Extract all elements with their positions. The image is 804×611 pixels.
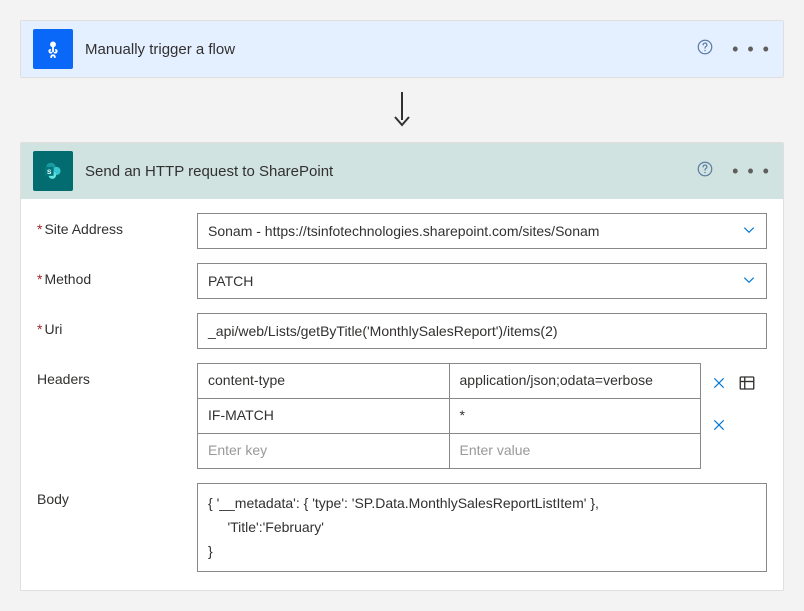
body-input[interactable]: { '__metadata': { 'type': 'SP.Data.Month… <box>197 483 767 572</box>
header-value-input[interactable]: Enter value <box>449 433 702 469</box>
more-icon[interactable]: • • • <box>732 44 771 54</box>
trigger-title: Manually trigger a flow <box>85 41 684 58</box>
trigger-header[interactable]: Manually trigger a flow • • • <box>21 21 783 77</box>
sharepoint-icon: S <box>33 151 73 191</box>
chevron-down-icon <box>742 223 756 240</box>
headers-table: content-type application/json;odata=verb… <box>197 363 701 469</box>
action-card: S Send an HTTP request to SharePoint • •… <box>20 142 784 591</box>
table-row: IF-MATCH * <box>197 399 701 434</box>
method-value: PATCH <box>208 273 253 289</box>
row-method: *Method PATCH <box>37 263 767 299</box>
trigger-card: Manually trigger a flow • • • <box>20 20 784 78</box>
action-form: *Site Address Sonam - https://tsinfotech… <box>21 199 783 590</box>
method-select[interactable]: PATCH <box>197 263 767 299</box>
table-row: Enter key Enter value <box>197 434 701 469</box>
row-uri: *Uri _api/web/Lists/getByTitle('MonthlyS… <box>37 313 767 349</box>
delete-row-icon[interactable] <box>709 373 729 393</box>
row-site-address: *Site Address Sonam - https://tsinfotech… <box>37 213 767 249</box>
chevron-down-icon <box>742 273 756 290</box>
trigger-actions: • • • <box>696 38 771 61</box>
switch-mode-icon[interactable] <box>737 373 757 393</box>
help-icon[interactable] <box>696 160 714 183</box>
label-uri: *Uri <box>37 313 197 337</box>
action-actions: • • • <box>696 160 771 183</box>
delete-row-icon[interactable] <box>709 415 729 435</box>
row-headers: Headers content-type application/json;od… <box>37 363 767 469</box>
header-key-input[interactable]: IF-MATCH <box>197 398 450 434</box>
header-key-input[interactable]: content-type <box>197 363 450 399</box>
svg-text:S: S <box>47 169 52 176</box>
label-method: *Method <box>37 263 197 287</box>
header-value-input[interactable]: * <box>449 398 702 434</box>
help-icon[interactable] <box>696 38 714 61</box>
label-headers: Headers <box>37 363 197 387</box>
label-site-address: *Site Address <box>37 213 197 237</box>
label-body: Body <box>37 483 197 507</box>
table-row: content-type application/json;odata=verb… <box>197 363 701 399</box>
site-address-select[interactable]: Sonam - https://tsinfotechnologies.share… <box>197 213 767 249</box>
headers-row-actions <box>709 363 767 443</box>
flow-arrow <box>20 78 784 142</box>
header-value-input[interactable]: application/json;odata=verbose <box>449 363 702 399</box>
manual-trigger-icon <box>33 29 73 69</box>
row-body: Body { '__metadata': { 'type': 'SP.Data.… <box>37 483 767 572</box>
action-title: Send an HTTP request to SharePoint <box>85 163 684 180</box>
action-header[interactable]: S Send an HTTP request to SharePoint • •… <box>21 143 783 199</box>
site-address-value: Sonam - https://tsinfotechnologies.share… <box>208 223 599 239</box>
uri-input[interactable]: _api/web/Lists/getByTitle('MonthlySalesR… <box>197 313 767 349</box>
uri-value: _api/web/Lists/getByTitle('MonthlySalesR… <box>208 323 558 339</box>
header-key-input[interactable]: Enter key <box>197 433 450 469</box>
more-icon[interactable]: • • • <box>732 166 771 176</box>
